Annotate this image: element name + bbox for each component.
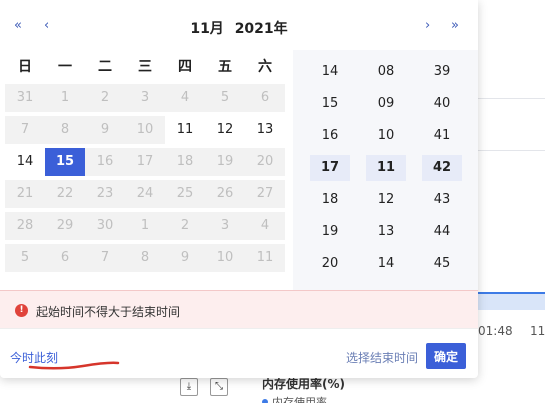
calendar-day: 28 [5,212,45,240]
calendar-day: 3 [125,84,165,112]
red-annotation-underline [28,361,120,370]
calendar-day: 30 [85,212,125,240]
legend-dot-icon [262,399,268,403]
background-divider [478,98,545,99]
calendar-day: 18 [165,148,205,176]
second-option[interactable]: 42 [422,155,462,181]
next-year-button[interactable]: » [451,18,459,33]
legend-label: 内存使用率 [272,396,327,403]
second-option[interactable]: 44 [422,219,462,245]
second-option[interactable]: 39 [422,59,462,85]
weekday-label: 日 [18,59,32,75]
minute-option[interactable]: 11 [366,155,406,181]
calendar-day: 7 [85,244,125,272]
weekday-label: 五 [218,59,232,75]
hour-option[interactable]: 15 [310,91,350,117]
month-year-title: 11月 2021年 [0,18,478,38]
calendar-day: 31 [5,84,45,112]
month-label[interactable]: 11月 [190,21,223,37]
error-message-bar: ! 起始时间不得大于结束时间 [0,290,478,328]
weekday-label: 三 [138,59,152,75]
select-end-time-link[interactable]: 选择结束时间 [346,349,418,366]
background-divider [478,150,545,151]
year-label[interactable]: 2021年 [235,21,288,37]
calendar-day[interactable]: 14 [5,148,45,176]
minute-option[interactable]: 12 [366,187,406,213]
confirm-button[interactable]: 确定 [426,343,466,369]
calendar-day: 26 [205,180,245,208]
calendar-day: 29 [45,212,85,240]
calendar-day: 23 [85,180,125,208]
calendar-day: 20 [245,148,285,176]
minute-option[interactable]: 10 [366,123,406,149]
calendar-day: 22 [45,180,85,208]
calendar-day: 5 [5,244,45,272]
second-option[interactable]: 45 [422,251,462,277]
calendar-day: 8 [125,244,165,272]
background-axis-tick: 01:48 [478,324,513,338]
hour-option[interactable]: 17 [310,155,350,181]
hour-option[interactable]: 18 [310,187,350,213]
background-chart-series [478,292,545,310]
exclamation-icon: ! [15,304,28,317]
background-chart-legend: 内存使用率 [262,394,327,403]
next-month-button[interactable]: › [425,18,430,33]
calendar-day: 9 [165,244,205,272]
minute-option[interactable]: 09 [366,91,406,117]
weekday-header-row: 日一二三四五六 [5,56,285,76]
calendar-day: 16 [85,148,125,176]
calendar-day: 9 [85,116,125,144]
calendar-day: 5 [205,84,245,112]
minute-option[interactable]: 13 [366,219,406,245]
calendar-day: 6 [45,244,85,272]
calendar-day[interactable]: 12 [205,116,245,144]
datetime-picker-popup: « ‹ 11月 2021年 › » 日一二三四五六 31 1 2 3 4 5 6 7 8 9 10 1… [0,0,478,378]
weekday-label: 六 [258,59,272,75]
calendar-day: 6 [245,84,285,112]
calendar-day-selected[interactable]: 15 [45,148,85,176]
hour-option[interactable]: 14 [310,59,350,85]
minute-option[interactable]: 08 [366,59,406,85]
calendar-day: 7 [5,116,45,144]
calendar-day: 21 [5,180,45,208]
second-option[interactable]: 40 [422,91,462,117]
weekday-label: 一 [58,59,72,75]
calendar-day: 3 [205,212,245,240]
hour-option[interactable]: 16 [310,123,350,149]
calendar-day: 10 [205,244,245,272]
calendar-day: 2 [165,212,205,240]
calendar-day: 25 [165,180,205,208]
second-option[interactable]: 41 [422,123,462,149]
calendar-day: 11 [245,244,285,272]
minute-option[interactable]: 14 [366,251,406,277]
calendar-day: 4 [165,84,205,112]
hour-option[interactable]: 20 [310,251,350,277]
expand-icon[interactable]: ⤡ [210,378,228,396]
calendar-day: 24 [125,180,165,208]
time-selector-panel: 14 15 16 17 18 19 20 08 09 10 11 12 13 14 39 40 41 42 43 44… [293,50,478,290]
weekday-label: 二 [98,59,112,75]
download-icon[interactable]: ⤓ [180,378,198,396]
calendar-day: 1 [125,212,165,240]
calendar-day: 4 [245,212,285,240]
error-message-text: 起始时间不得大于结束时间 [36,305,181,319]
calendar-day[interactable]: 13 [245,116,285,144]
calendar-day: 10 [125,116,165,144]
second-option[interactable]: 43 [422,187,462,213]
calendar-day[interactable]: 11 [165,116,205,144]
calendar-day: 19 [205,148,245,176]
weekday-label: 四 [178,59,192,75]
calendar-day: 2 [85,84,125,112]
background-axis-tick: 11- [530,324,545,338]
calendar-day: 1 [45,84,85,112]
picker-header: « ‹ 11月 2021年 › » [0,0,478,50]
calendar-day: 17 [125,148,165,176]
calendar-day: 27 [245,180,285,208]
hour-option[interactable]: 19 [310,219,350,245]
calendar-day: 8 [45,116,85,144]
